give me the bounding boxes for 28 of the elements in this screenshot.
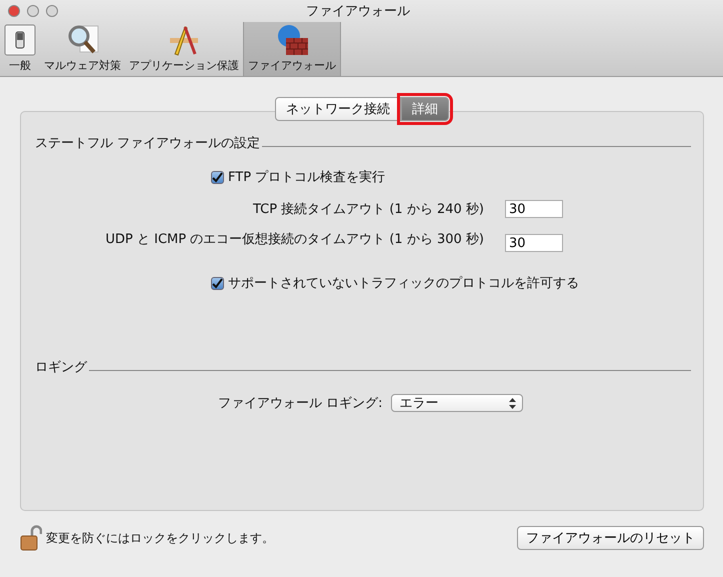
input-field[interactable]: 30 — [505, 234, 563, 252]
tab[interactable]: ネットワーク接続 — [275, 97, 401, 121]
checkbox[interactable] — [211, 276, 224, 290]
section-heading: ステートフル ファイアウォールの設定 — [35, 135, 260, 152]
toolbar-item[interactable]: 一般 — [0, 22, 40, 76]
field-label: UDP と ICMP のエコー仮想接続のタイムアウト (1 から 300 秒) — [104, 231, 484, 248]
switch-icon — [4, 24, 36, 56]
checkbox-label: FTP プロトコル検査を実行 — [228, 169, 386, 186]
window-title: ファイアウォール — [306, 3, 410, 20]
reset-button[interactable]: ファイアウォールのリセット — [517, 526, 704, 550]
pencil-ruler-icon — [167, 24, 201, 56]
field-label: TCP 接続タイムアウト (1 から 240 秒) — [252, 201, 484, 218]
section-heading: ロギング — [35, 359, 87, 376]
updown-arrows-icon — [508, 398, 516, 408]
padlock-icon[interactable] — [20, 525, 42, 551]
toolbar-item[interactable]: ファイアウォール — [243, 22, 341, 76]
checkbox-label: サポートされていないトラフィックのプロトコルを許可する — [228, 275, 579, 292]
close-button[interactable] — [8, 5, 20, 17]
field-label: ファイアウォール ロギング: — [218, 395, 383, 412]
minimize-button[interactable] — [27, 5, 39, 17]
logging-dropdown[interactable]: エラー — [390, 394, 523, 412]
toolbar-item[interactable]: マルウェア対策 — [40, 22, 125, 76]
zoom-button[interactable] — [46, 5, 58, 17]
input-field[interactable]: 30 — [505, 200, 563, 218]
magnifier-icon — [66, 24, 100, 56]
toolbar-item[interactable]: アプリケーション保護 — [125, 22, 243, 76]
lock-hint: 変更を防ぐにはロックをクリックします。 — [46, 530, 274, 546]
checkbox[interactable] — [211, 170, 224, 184]
